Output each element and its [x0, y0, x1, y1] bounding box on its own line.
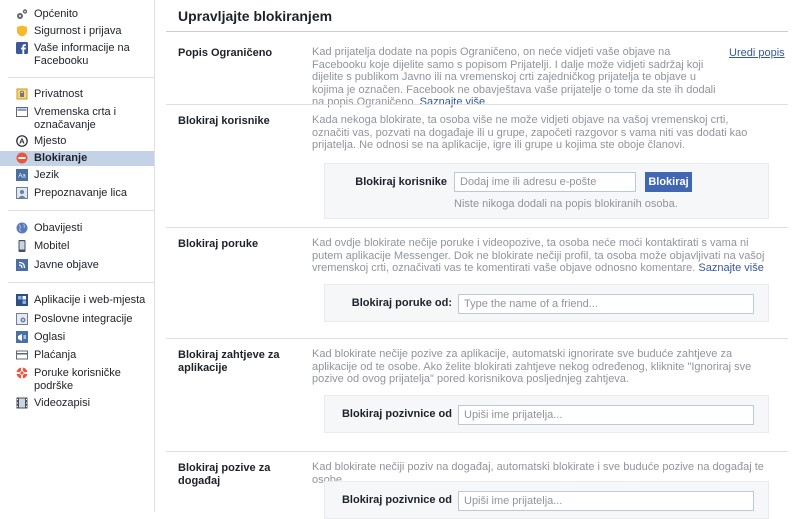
- gears-icon: [17, 9, 28, 19]
- sidebar-item-label: Vremenska crta i označavanje: [34, 106, 117, 131]
- sidebar-divider: [8, 282, 154, 283]
- sidebar-item-label: Plaćanja: [34, 349, 77, 361]
- page-title: Upravljajte blokiranjem: [178, 8, 333, 24]
- rss-icon: [16, 259, 28, 271]
- location-icon: A: [16, 135, 28, 147]
- edit-list-link[interactable]: Uredi popis: [729, 47, 785, 59]
- sidebar-item-label: Javne objave: [34, 259, 99, 271]
- title-divider: [166, 31, 788, 32]
- block-app-invites-input[interactable]: [458, 405, 754, 425]
- block-users-input[interactable]: [454, 172, 636, 192]
- sidebar-item-label: Aplikacije i web-mjesta: [34, 294, 146, 306]
- sidebar-item-blocking[interactable]: Blokiranje: [0, 151, 154, 166]
- sidebar-item-general[interactable]: Općenito: [0, 8, 154, 21]
- svg-text:Aa: Aa: [18, 174, 26, 180]
- sidebar-item-your-info[interactable]: Vaše informacije na Facebooku: [0, 42, 154, 68]
- sidebar-item-business[interactable]: Poslovne integracije: [0, 313, 154, 326]
- block-app-invites-field-label: Blokiraj pozivnice od: [341, 408, 452, 420]
- film-icon: [16, 397, 28, 409]
- sidebar-item-language[interactable]: Aa Jezik: [0, 169, 154, 182]
- section-block-users: Blokiraj korisnike Kada nekoga blokirate…: [166, 104, 788, 227]
- sidebar-item-label: Obavijesti: [34, 222, 83, 234]
- block-button[interactable]: Blokiraj: [645, 172, 692, 192]
- business-integrations-icon: [16, 313, 28, 325]
- sidebar-item-payments[interactable]: Plaćanja: [0, 349, 154, 362]
- lock-icon: [16, 88, 28, 100]
- sidebar-item-location[interactable]: A Mjesto: [0, 135, 154, 148]
- timeline-icon: [16, 107, 28, 117]
- section-block-messages: Blokiraj poruke Kad ovdje blokirate neči…: [166, 227, 788, 338]
- ads-icon: [16, 331, 28, 343]
- blocked-list-empty-note: Niste nikoga dodali na popis blokiranih …: [454, 198, 678, 210]
- sidebar-item-security[interactable]: Sigurnost i prijava: [0, 25, 154, 38]
- section-description: Kad blokirate nečije pozive za aplikacij…: [312, 348, 752, 385]
- svg-text:A: A: [19, 137, 25, 146]
- sidebar-item-label: Mobitel: [34, 240, 70, 252]
- mobile-icon: [18, 240, 26, 252]
- block-app-invites-form: Blokiraj pozivnice od: [324, 395, 769, 433]
- sidebar-item-label: Oglasi: [34, 331, 66, 343]
- section-label: Blokiraj korisnike: [178, 115, 270, 127]
- sidebar-item-label: Općenito: [34, 8, 79, 20]
- sidebar-item-timeline[interactable]: Vremenska crta i označavanje: [0, 106, 154, 132]
- section-label: Blokiraj zahtjeve za aplikacije: [178, 349, 280, 374]
- language-icon: Aa: [16, 169, 28, 181]
- section-description: Kad ovdje blokirate nečije poruke i vide…: [312, 237, 765, 274]
- section-restricted-list: Popis Ograničeno Kad prijatelja dodate n…: [166, 37, 788, 108]
- sidebar-item-public-posts[interactable]: Javne objave: [0, 259, 154, 272]
- sidebar-item-label: Blokiranje: [34, 152, 88, 164]
- section-block-event-invites: Blokiraj pozive za događaj Kad blokirate…: [166, 451, 788, 519]
- block-event-invites-input[interactable]: [458, 491, 754, 511]
- sidebar-item-label: Poslovne integracije: [34, 313, 133, 325]
- sidebar-item-notifications[interactable]: Obavijesti: [0, 222, 154, 235]
- block-messages-input[interactable]: [458, 294, 754, 314]
- face-recognition-icon: [16, 187, 28, 199]
- block-icon: [16, 152, 28, 164]
- section-block-app-invites: Blokiraj zahtjeve za aplikacije Kad blok…: [166, 338, 788, 451]
- section-label: Blokiraj poruke: [178, 238, 259, 250]
- section-label: Blokiraj pozive za događaj: [178, 462, 271, 487]
- settings-sidebar: Općenito Sigurnost i prijava Vaše inform…: [0, 0, 155, 512]
- sidebar-item-mobile[interactable]: Mobitel: [0, 240, 154, 253]
- shield-icon: [17, 25, 27, 37]
- sidebar-divider: [8, 210, 154, 211]
- sidebar-item-label: Videozapisi: [34, 397, 91, 409]
- blocking-settings-panel: Upravljajte blokiranjem Popis Ograničeno…: [154, 0, 800, 519]
- sidebar-item-label: Privatnost: [34, 88, 83, 100]
- sidebar-item-videos[interactable]: Videozapisi: [0, 397, 154, 410]
- credit-card-icon: [16, 350, 28, 360]
- sidebar-item-label: Mjesto: [34, 135, 67, 147]
- sidebar-item-ads[interactable]: Oglasi: [0, 331, 154, 344]
- sidebar-item-label: Jezik: [34, 169, 60, 181]
- block-users-field-label: Blokiraj korisnike: [355, 176, 447, 188]
- sidebar-item-label: Vaše informacije na Facebooku: [34, 42, 130, 67]
- apps-icon: [16, 294, 28, 306]
- block-messages-form: Blokiraj poruke od:: [324, 284, 769, 322]
- sidebar-item-label: Sigurnost i prijava: [34, 25, 122, 37]
- facebook-icon: [16, 42, 28, 54]
- sidebar-item-face-recognition[interactable]: Prepoznavanje lica: [0, 187, 154, 200]
- block-event-invites-form: Blokiraj pozivnice od: [324, 481, 769, 519]
- lifebuoy-icon: [16, 367, 28, 379]
- section-description: Kad prijatelja dodate na popis Ograničen…: [312, 46, 716, 108]
- sidebar-item-label: Poruke korisničke podrške: [34, 367, 121, 392]
- sidebar-item-label: Prepoznavanje lica: [34, 187, 127, 199]
- block-event-invites-field-label: Blokiraj pozivnice od: [341, 494, 452, 506]
- sidebar-item-support-inbox[interactable]: Poruke korisničke podrške: [0, 367, 154, 393]
- sidebar-item-privacy[interactable]: Privatnost: [0, 88, 154, 101]
- block-messages-field-label: Blokiraj poruke od:: [351, 297, 452, 309]
- sidebar-item-apps[interactable]: Aplikacije i web-mjesta: [0, 294, 154, 307]
- section-description: Kada nekoga blokirate, ta osoba više ne …: [312, 114, 748, 151]
- globe-icon: [16, 222, 28, 234]
- section-label: Popis Ograničeno: [178, 47, 273, 59]
- learn-more-link[interactable]: Saznajte više: [698, 262, 763, 274]
- block-users-form: Blokiraj korisnike Blokiraj Niste nikoga…: [324, 163, 769, 219]
- sidebar-divider: [8, 77, 154, 78]
